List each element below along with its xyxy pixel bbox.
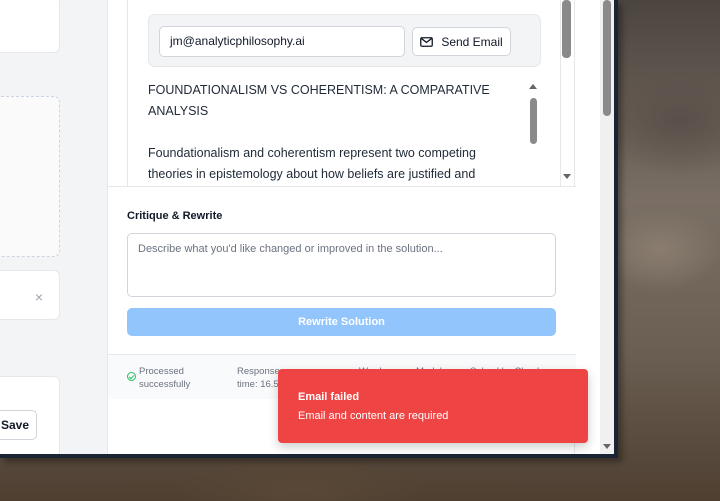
document-scroll-thumb[interactable] — [530, 98, 537, 144]
window-scroll-down-icon[interactable] — [603, 444, 611, 449]
error-toast[interactable]: Email failed Email and content are requi… — [278, 369, 588, 443]
window-scrollbar[interactable] — [600, 0, 614, 454]
check-circle-icon — [127, 372, 136, 381]
document-heading: FOUNDATIONALISM VS COHERENTISM: A COMPAR… — [148, 83, 490, 118]
close-icon[interactable]: × — [35, 289, 43, 305]
status-processed: Processed successfully — [139, 366, 191, 390]
save-button[interactable]: Save — [0, 410, 37, 440]
toast-message: Email and content are required — [298, 410, 449, 422]
scroll-up-icon[interactable] — [529, 84, 537, 89]
document-scrollbar[interactable] — [528, 84, 540, 184]
send-email-label: Send Email — [441, 34, 503, 49]
email-field[interactable]: jm@analyticphilosophy.ai — [159, 26, 405, 57]
send-email-button[interactable]: Send Email — [412, 27, 511, 56]
critique-textarea[interactable]: Describe what you'd like changed or impr… — [127, 233, 556, 297]
critique-section: Critique & Rewrite Describe what you'd l… — [108, 186, 576, 354]
email-and-document-area: jm@analyticphilosophy.ai Send Email FOUN… — [127, 0, 561, 186]
document-paragraph: Foundationalism and coherentism represen… — [148, 146, 476, 181]
save-button-label: Save — [0, 418, 30, 432]
upload-dropzone[interactable] — [0, 96, 60, 257]
toast-title: Email failed — [298, 391, 360, 403]
critique-label: Critique & Rewrite — [127, 210, 223, 222]
window-scroll-thumb[interactable] — [603, 0, 611, 116]
column-gutter — [80, 0, 107, 454]
scroll-down-icon[interactable] — [563, 174, 571, 179]
left-action-card: Save — [0, 376, 60, 454]
left-card-top — [0, 0, 60, 53]
left-column: × Save — [0, 0, 80, 454]
rewrite-solution-button[interactable]: Rewrite Solution — [127, 308, 556, 336]
email-form: jm@analyticphilosophy.ai Send Email — [148, 14, 541, 67]
panel-scroll-thumb[interactable] — [562, 0, 571, 58]
mail-icon — [420, 36, 434, 47]
attached-file-card: × — [0, 270, 60, 320]
